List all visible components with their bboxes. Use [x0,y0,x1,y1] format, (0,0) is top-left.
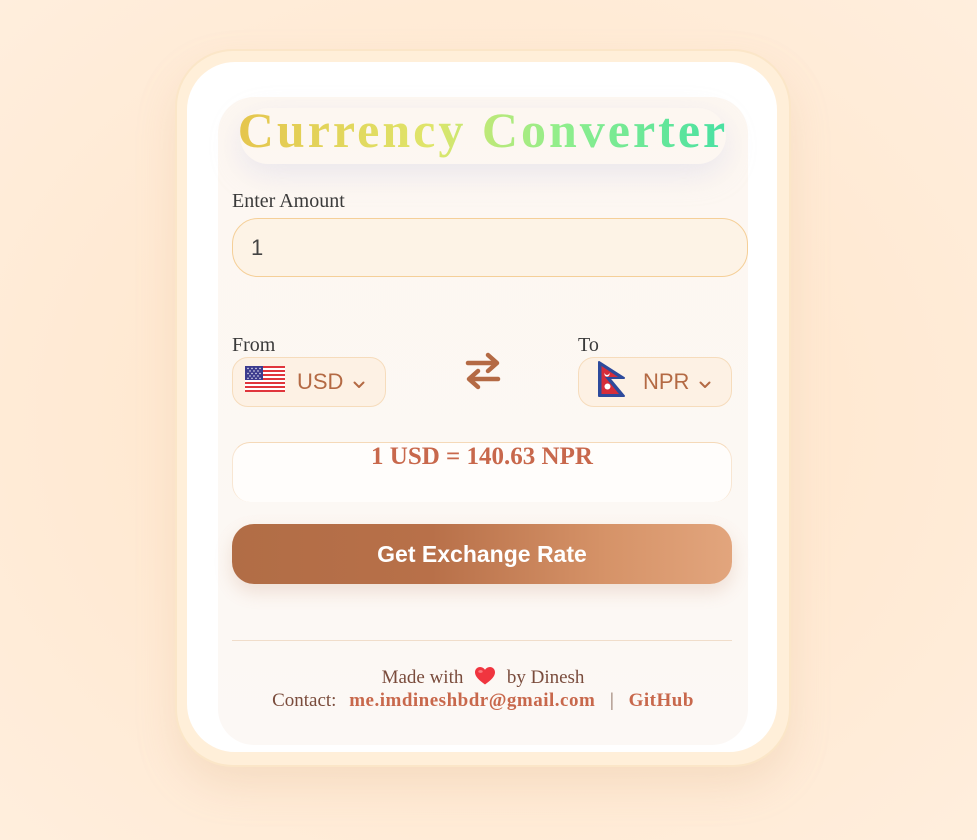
amount-label: Enter Amount [232,190,345,212]
footer-separator: | [610,690,614,711]
contact-label: Contact: [272,690,337,711]
chevron-down-icon [699,369,711,395]
github-link[interactable]: GitHub [629,690,694,711]
heart-icon [474,666,496,692]
swap-arrows-icon[interactable] [463,350,503,392]
exchange-result: 1 USD = 140.63 NPR [371,443,593,470]
from-currency-select[interactable]: USD [232,357,386,407]
get-exchange-rate-button[interactable]: Get Exchange Rate [232,524,732,584]
nepal-flag-icon [597,361,627,403]
footer-contact: Contact: me.imdineshbdr@gmail.com | GitH… [218,690,748,712]
us-flag-icon [245,366,285,398]
footer-credit: Made with by Dinesh [218,666,748,692]
author-text: by Dinesh [506,667,585,688]
to-currency-code: NPR [643,369,690,394]
amount-input[interactable] [232,218,748,277]
email-link[interactable]: me.imdineshbdr@gmail.com [349,690,595,711]
to-label: To [578,334,599,356]
made-with-text: Made with [381,667,464,688]
to-currency-select[interactable]: NPR [578,357,732,407]
page-title: Currency Converter [218,100,748,160]
chevron-down-icon [353,369,365,395]
from-label: From [232,334,276,356]
footer-divider [232,640,732,641]
from-currency-code: USD [297,369,344,394]
